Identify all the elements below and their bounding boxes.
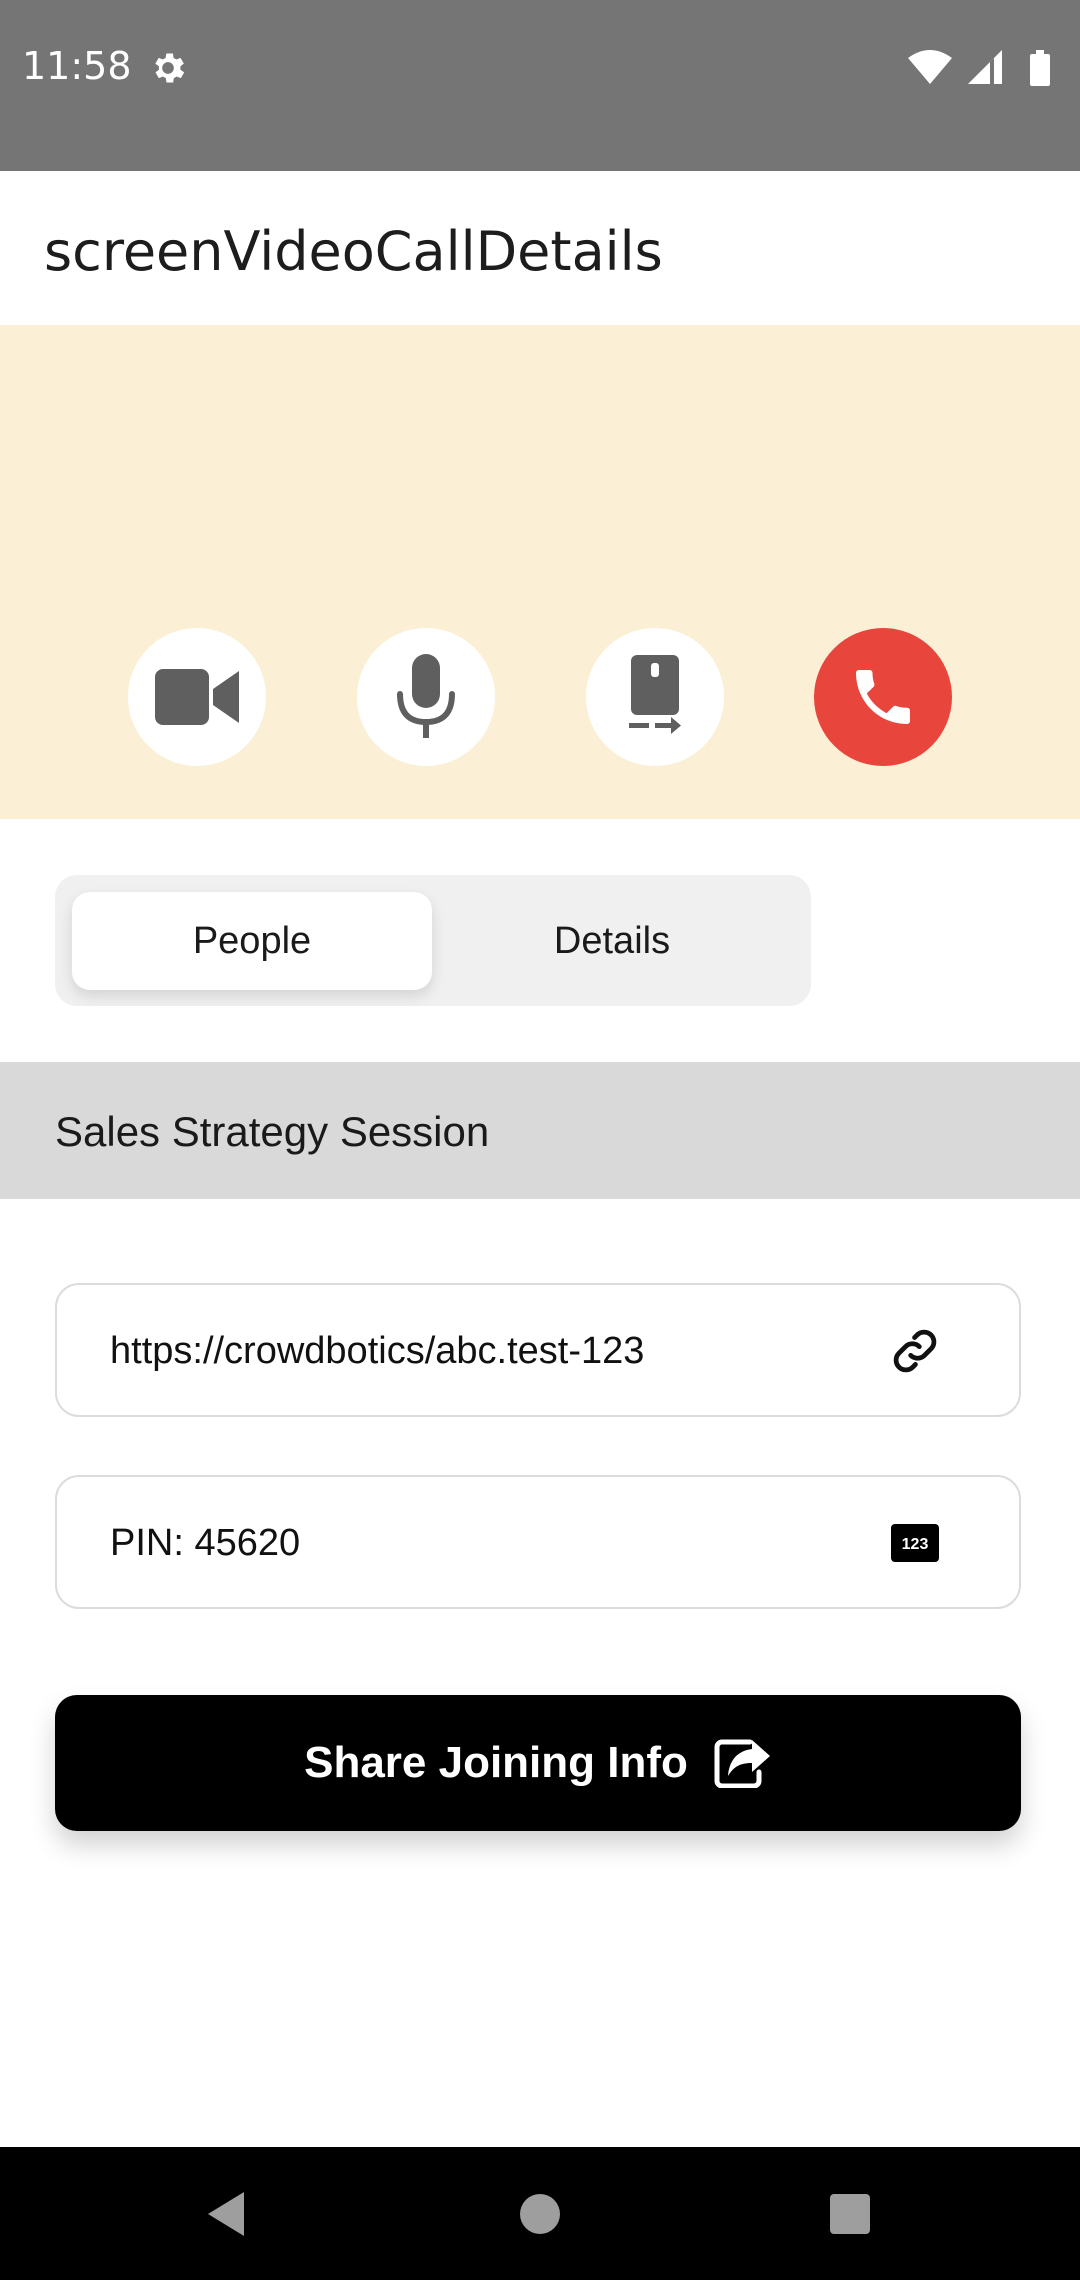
toggle-video-button[interactable] bbox=[128, 628, 266, 766]
share-joining-info-button[interactable]: Share Joining Info bbox=[55, 1695, 1021, 1831]
pin-icon-text: 123 bbox=[902, 1536, 929, 1553]
signal-icon bbox=[968, 50, 1002, 84]
microphone-icon bbox=[397, 654, 455, 738]
video-camera-icon bbox=[155, 669, 239, 725]
link-icon[interactable] bbox=[889, 1325, 941, 1377]
gear-icon bbox=[155, 53, 185, 83]
home-icon[interactable] bbox=[512, 2186, 568, 2242]
meeting-title: Sales Strategy Session bbox=[55, 1108, 490, 1155]
status-icons bbox=[908, 50, 1050, 86]
back-icon[interactable] bbox=[200, 2186, 256, 2242]
page-title: screenVideoCallDetails bbox=[44, 220, 663, 283]
end-call-icon bbox=[856, 670, 910, 724]
meeting-pin-text: PIN: 45620 bbox=[110, 1522, 301, 1564]
end-call-button[interactable] bbox=[814, 628, 952, 766]
switch-camera-icon bbox=[629, 655, 681, 734]
status-time: 11:58 bbox=[22, 44, 132, 88]
toggle-microphone-button[interactable] bbox=[357, 628, 495, 766]
share-button-label: Share Joining Info bbox=[304, 1738, 688, 1787]
battery-icon bbox=[1030, 50, 1050, 86]
meeting-link-text: https://crowdbotics/abc.test-123 bbox=[110, 1330, 645, 1372]
tab-details[interactable]: Details bbox=[432, 892, 792, 990]
pin-number-icon[interactable]: 123 bbox=[891, 1524, 939, 1562]
tab-people[interactable]: People bbox=[72, 892, 432, 990]
recents-icon[interactable] bbox=[822, 2186, 878, 2242]
wifi-icon bbox=[908, 50, 952, 84]
share-icon bbox=[714, 1739, 770, 1788]
switch-camera-button[interactable] bbox=[586, 628, 724, 766]
